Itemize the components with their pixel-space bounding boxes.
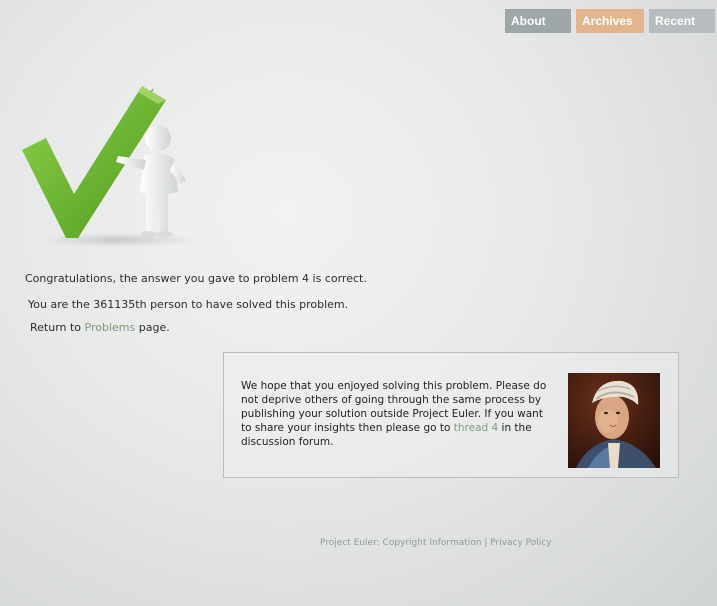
nav-recent-button[interactable]: Recent bbox=[649, 9, 715, 33]
return-prefix: Return to bbox=[30, 321, 85, 334]
footer-copyright-link[interactable]: Copyright Information bbox=[383, 538, 482, 548]
nav-archives-button[interactable]: Archives bbox=[576, 9, 644, 33]
footer-privacy-link[interactable]: Privacy Policy bbox=[490, 538, 551, 548]
footer-pipe: | bbox=[481, 538, 491, 548]
info-box: We hope that you enjoyed solving this pr… bbox=[223, 352, 679, 478]
solved-count-message: You are the 361135th person to have solv… bbox=[28, 298, 349, 311]
problems-link[interactable]: Problems bbox=[85, 321, 136, 334]
top-nav: About Archives Recent bbox=[505, 9, 715, 33]
checkmark-icon bbox=[22, 86, 193, 247]
return-suffix: page. bbox=[135, 321, 170, 334]
nav-about-button[interactable]: About bbox=[505, 9, 571, 33]
euler-portrait-icon bbox=[568, 373, 660, 468]
footer-project-euler-link[interactable]: Project Euler bbox=[320, 538, 377, 548]
return-message: Return to Problems page. bbox=[30, 321, 170, 334]
thread-link[interactable]: thread 4 bbox=[454, 422, 498, 434]
info-text: We hope that you enjoyed solving this pr… bbox=[241, 379, 551, 449]
footer: Project Euler: Copyright Information | P… bbox=[320, 538, 552, 548]
congratulations-message: Congratulations, the answer you gave to … bbox=[25, 272, 367, 285]
